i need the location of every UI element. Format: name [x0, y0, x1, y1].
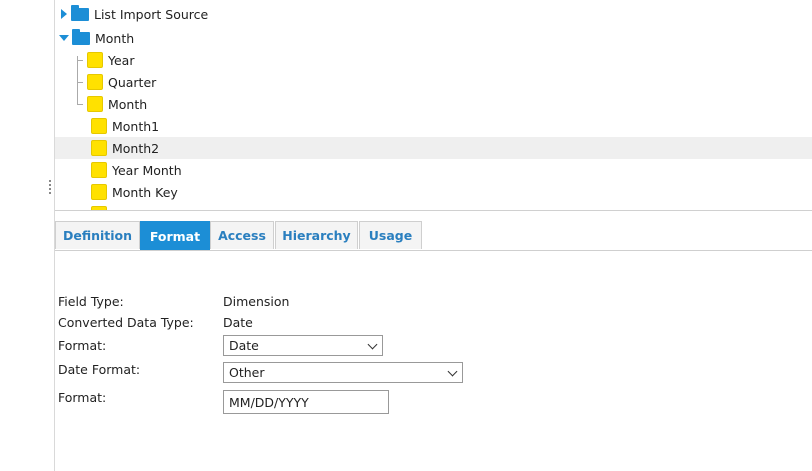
panel-splitter[interactable]: [48, 0, 55, 471]
format-text-input[interactable]: [223, 390, 389, 414]
field-type-value: Dimension: [223, 294, 290, 309]
folder-icon: [71, 4, 89, 21]
field-icon: [87, 52, 103, 68]
field-icon: [87, 96, 103, 112]
tab-definition[interactable]: Definition: [55, 221, 140, 249]
tree-item-label: Month: [95, 30, 135, 46]
tree-item-label: Year: [108, 52, 135, 68]
tree-item-month1[interactable]: Month1: [55, 115, 812, 137]
tree-item-month2[interactable]: Month2: [55, 137, 812, 159]
format-select[interactable]: Date: [223, 335, 383, 356]
field-icon: [91, 140, 107, 156]
date-format-select-value: Other: [229, 365, 265, 380]
tree-item-month[interactable]: Month: [55, 93, 812, 115]
date-format-label: Date Format:: [58, 362, 141, 377]
field-icon: [91, 184, 107, 200]
tree-item-label: Year Month: [112, 162, 182, 178]
field-type-label: Field Type:: [58, 294, 124, 309]
converted-data-type-label: Converted Data Type:: [58, 315, 194, 330]
format-label: Format:: [58, 338, 107, 353]
field-tree: List Import Source Month Year Quarter Mo…: [55, 0, 812, 211]
tree-item-label: Month: [108, 96, 148, 112]
chevron-down-icon: [447, 366, 458, 377]
tab-access[interactable]: Access: [210, 221, 274, 249]
field-icon: [91, 118, 107, 134]
tree-item-month-key[interactable]: Month Key: [55, 181, 812, 203]
field-icon: [91, 162, 107, 178]
format-text-label: Format:: [58, 390, 107, 405]
tab-usage[interactable]: Usage: [359, 221, 422, 249]
date-format-select[interactable]: Other: [223, 362, 463, 383]
tree-item-partial[interactable]: [55, 203, 812, 210]
tab-bar: Definition Format Access Hierarchy Usage: [55, 221, 812, 251]
tab-hierarchy[interactable]: Hierarchy: [275, 221, 358, 249]
chevron-down-icon: [367, 339, 378, 350]
tree-item-year-month[interactable]: Year Month: [55, 159, 812, 181]
tree-item-label: List Import Source: [94, 6, 209, 22]
splitter-grip-icon[interactable]: [49, 180, 52, 196]
left-gutter: [0, 0, 49, 471]
field-icon: [87, 74, 103, 90]
tree-item-quarter[interactable]: Quarter: [55, 71, 812, 93]
tree-item-label: Quarter: [108, 74, 157, 90]
field-icon: [91, 206, 107, 210]
converted-data-type-value: Date: [223, 315, 253, 330]
format-select-value: Date: [229, 338, 259, 353]
tab-format[interactable]: Format: [140, 221, 210, 250]
folder-icon: [72, 28, 90, 45]
tree-item-label: Month Key: [112, 184, 178, 200]
tree-item-year[interactable]: Year: [55, 49, 812, 71]
tree-item-list-import-source[interactable]: List Import Source: [55, 3, 812, 25]
tree-item-month-folder[interactable]: Month: [55, 27, 812, 49]
collapse-arrow-icon[interactable]: [59, 35, 69, 41]
tree-item-label: Month1: [112, 118, 160, 134]
tree-item-label: Month2: [112, 140, 160, 156]
expand-arrow-icon[interactable]: [61, 9, 67, 19]
